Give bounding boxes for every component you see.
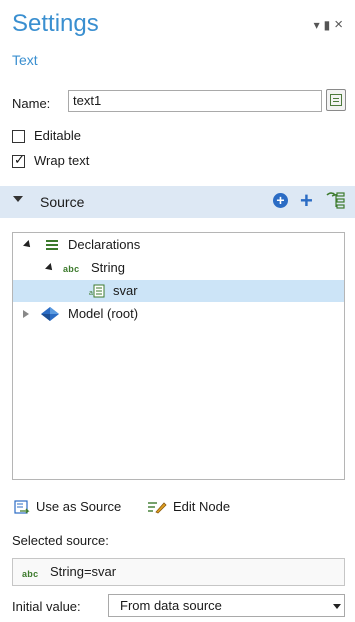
expanded-arrow-icon[interactable] <box>23 240 33 250</box>
wrap-text-checkbox[interactable]: ✓ <box>12 152 25 168</box>
window-controls: ▾▮× <box>314 16 347 33</box>
pin-icon[interactable]: ▮ <box>324 18 335 32</box>
initial-value-label: Initial value: <box>12 599 81 614</box>
chevron-down-icon[interactable] <box>333 604 341 609</box>
abc-icon: abc <box>63 264 80 274</box>
editable-checkbox[interactable] <box>12 130 25 143</box>
add-icon[interactable]: + <box>300 188 313 214</box>
name-edit-button[interactable] <box>326 89 346 111</box>
name-label: Name: <box>12 96 51 111</box>
declarations-icon <box>46 240 58 250</box>
selected-source-label: Selected source: <box>12 533 109 548</box>
source-tree[interactable]: Declarations abc String a svar Model (ro… <box>12 232 345 480</box>
tree-item-model-root[interactable]: Model (root) <box>13 303 344 325</box>
checkmark-icon: ✓ <box>14 152 25 167</box>
panel-subtitle: Text <box>12 52 38 68</box>
expanded-arrow-icon[interactable] <box>45 263 55 273</box>
source-section-title: Source <box>40 194 85 210</box>
tree-item-label: String <box>91 260 125 275</box>
tree-item-declarations[interactable]: Declarations <box>13 234 344 256</box>
tree-item-label: Declarations <box>68 237 141 252</box>
selected-source-value: String=svar <box>50 564 117 579</box>
collapse-arrow-icon[interactable] <box>13 196 23 202</box>
document-icon <box>330 94 342 106</box>
edit-node-icon[interactable] <box>147 500 167 514</box>
tree-item-label: Model (root) <box>68 306 139 321</box>
use-as-source-icon[interactable] <box>14 500 30 514</box>
add-circle-icon[interactable]: + <box>273 193 288 208</box>
use-as-source-button[interactable]: Use as Source <box>36 499 121 514</box>
string-variable-icon: a <box>89 284 105 298</box>
tree-item-label: svar <box>113 283 138 298</box>
wrap-text-label: Wrap text <box>34 153 90 168</box>
name-field[interactable]: text1 <box>68 90 322 112</box>
svg-text:a: a <box>89 290 93 297</box>
collapsed-arrow-icon[interactable] <box>23 310 29 318</box>
close-icon[interactable]: × <box>334 16 347 33</box>
editable-label: Editable <box>34 128 81 143</box>
chevron-down-icon[interactable]: ▾ <box>314 18 324 32</box>
tree-item-svar[interactable]: a svar <box>13 280 344 302</box>
initial-value-selected: From data source <box>120 598 222 613</box>
model-icon <box>41 307 59 321</box>
edit-node-button[interactable]: Edit Node <box>173 499 230 514</box>
tree-switch-icon[interactable] <box>325 190 347 210</box>
panel-title: Settings <box>12 10 99 37</box>
tree-item-string[interactable]: abc String <box>13 257 344 279</box>
abc-icon: abc <box>22 569 39 579</box>
